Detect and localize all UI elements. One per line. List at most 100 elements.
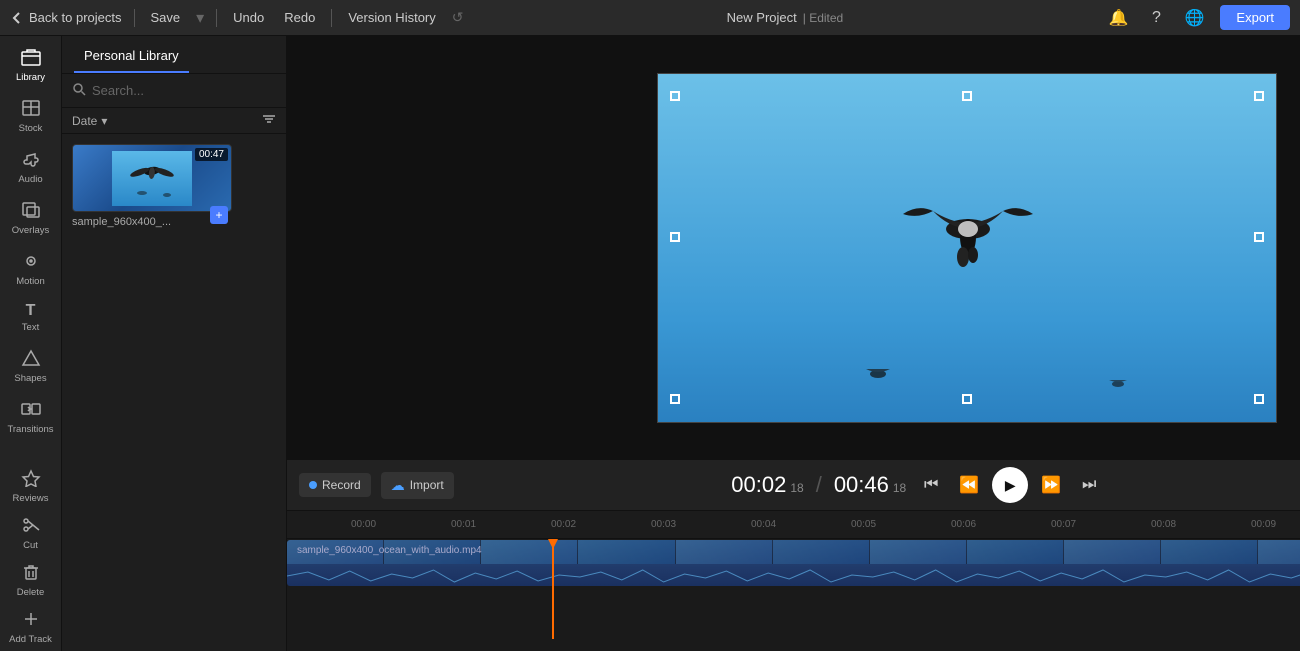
personal-library-tab[interactable]: Personal Library [74,40,189,73]
search-icon [72,82,86,99]
time-display: 00:02 18 / 00:46 18 [731,472,906,498]
ruler-mark-7: 00:07 [1047,519,1147,530]
playhead-top [548,539,558,549]
project-title: New Project [727,10,797,25]
selection-handle-tl[interactable] [670,91,680,101]
transitions-icon [21,400,41,421]
selection-handle-bl[interactable] [670,394,680,404]
sidebar-item-audio[interactable]: Audio [0,142,61,193]
sidebar-label-audio: Audio [18,174,42,185]
sidebar-label-add-track: Add Track [9,634,52,645]
topbar-left: Back to projects Save ▾ Undo Redo Versio… [10,8,463,28]
sidebar-item-shapes[interactable]: Shapes [0,341,61,392]
overlays-icon [21,201,41,222]
version-history-button[interactable]: Version History [344,8,439,27]
timeline-area: 00:00 00:01 00:02 00:03 00:04 00:05 00:0… [287,511,1300,651]
sidebar-item-motion[interactable]: Motion [0,244,61,295]
version-history-icon: ↺ [452,9,464,26]
sidebar-label-motion: Motion [16,276,45,287]
save-button[interactable]: Save [147,8,185,27]
project-title-area: New Project | Edited [463,10,1106,25]
date-filter-button[interactable]: Date ▾ [72,114,107,128]
ruler-mark-2: 00:02 [547,519,647,530]
edited-badge: | Edited [803,11,843,25]
selection-handle-mr[interactable] [1254,232,1264,242]
playback-controls: ⏮ ⏪ ▶ ⏩ ⏭ [916,467,1104,503]
ruler-mark-4: 00:04 [747,519,847,530]
undo-button[interactable]: Undo [229,8,268,27]
ruler-mark-9: 00:09 [1247,519,1300,530]
import-button[interactable]: ☁ Import [381,472,454,499]
end-time: 00:46 [834,472,889,498]
current-time: 00:02 [731,472,786,498]
selection-handle-ml[interactable] [670,232,680,242]
sidebar-item-stock[interactable]: Stock [0,91,61,142]
rewind-button[interactable]: ⏪ [954,470,984,500]
sidebar-item-add-track[interactable]: Add Track [0,604,61,651]
timeline-ruler: 00:00 00:01 00:02 00:03 00:04 00:05 00:0… [287,511,1300,539]
audio-icon [21,150,41,171]
selection-handle-br[interactable] [1254,394,1264,404]
delete-icon [21,563,41,584]
sidebar-label-overlays: Overlays [12,225,49,236]
ruler-mark-1: 00:01 [447,519,547,530]
topbar-right: 🔔 ? 🌐 Export [1106,5,1290,30]
notifications-icon[interactable]: 🔔 [1106,6,1130,30]
sidebar-label-delete: Delete [17,587,44,598]
skip-to-start-button[interactable]: ⏮ [916,470,946,500]
sidebar-item-delete[interactable]: Delete [0,557,61,604]
timeline-tracks: sample_960x400_ocean_with_audio.mp4 [287,539,1300,639]
selection-handle-tr[interactable] [1254,91,1264,101]
divider [134,9,135,27]
library-panel: Personal Library Date ▾ [62,36,287,651]
sidebar-item-library[interactable]: Library [0,40,61,91]
playhead[interactable] [552,539,554,639]
waveform [287,566,1300,586]
record-button[interactable]: Record [299,473,371,497]
cut-icon [21,516,41,537]
library-content: 00:47 + sample_960x400_... [62,134,286,651]
filter-icon[interactable] [262,112,276,129]
selection-handle-bm[interactable] [962,394,972,404]
date-dropdown-icon: ▾ [101,114,107,128]
import-label: Import [410,478,444,492]
ruler-mark-8: 00:08 [1147,519,1247,530]
sidebar-item-cut[interactable]: Cut [0,510,61,557]
ruler-marks: 00:00 00:01 00:02 00:03 00:04 00:05 00:0… [347,519,1300,530]
media-thumb-item: 00:47 + sample_960x400_... [72,144,232,228]
media-add-button[interactable]: + [210,206,228,224]
left-sidebar: Library Stock Audio Overlays Motion [0,36,62,651]
back-to-projects-button[interactable]: Back to projects [10,10,122,25]
save-dropdown-button[interactable]: ▾ [196,8,204,28]
redo-button[interactable]: Redo [280,8,319,27]
sidebar-item-transitions[interactable]: Transitions [0,392,61,443]
sidebar-item-overlays[interactable]: Overlays [0,193,61,244]
sidebar-item-reviews[interactable]: Reviews [0,463,61,510]
preview-area [287,36,1300,459]
controls-bar: Record ☁ Import 00:02 18 / 00:46 18 ⏮ ⏪ … [287,459,1300,511]
library-icon [21,48,41,69]
skip-to-end-button[interactable]: ⏭ [1074,470,1104,500]
export-button[interactable]: Export [1220,5,1290,30]
center-area: Record ☁ Import 00:02 18 / 00:46 18 ⏮ ⏪ … [287,36,1300,651]
video-preview-inner [658,74,1276,422]
video-track[interactable]: sample_960x400_ocean_with_audio.mp4 [287,540,1300,586]
selection-handle-tm[interactable] [962,91,972,101]
ruler-mark-0: 00:00 [347,519,447,530]
fast-forward-button[interactable]: ⏩ [1036,470,1066,500]
help-icon[interactable]: ? [1144,6,1168,30]
play-button[interactable]: ▶ [992,467,1028,503]
video-track-content: sample_960x400_ocean_with_audio.mp4 [287,540,1300,596]
search-input[interactable] [92,83,276,98]
media-duration: 00:47 [195,148,228,161]
sidebar-label-shapes: Shapes [14,373,46,384]
divider [331,9,332,27]
language-icon[interactable]: 🌐 [1182,6,1206,30]
sidebar-label-transitions: Transitions [7,424,53,435]
video-track-row: sample_960x400_ocean_with_audio.mp4 [287,539,1300,595]
end-time-sub: 18 [893,481,906,495]
sidebar-item-text[interactable]: T Text [0,295,61,341]
library-tabs: Personal Library [62,36,286,74]
add-track-icon [21,610,41,631]
back-label: Back to projects [29,10,122,25]
